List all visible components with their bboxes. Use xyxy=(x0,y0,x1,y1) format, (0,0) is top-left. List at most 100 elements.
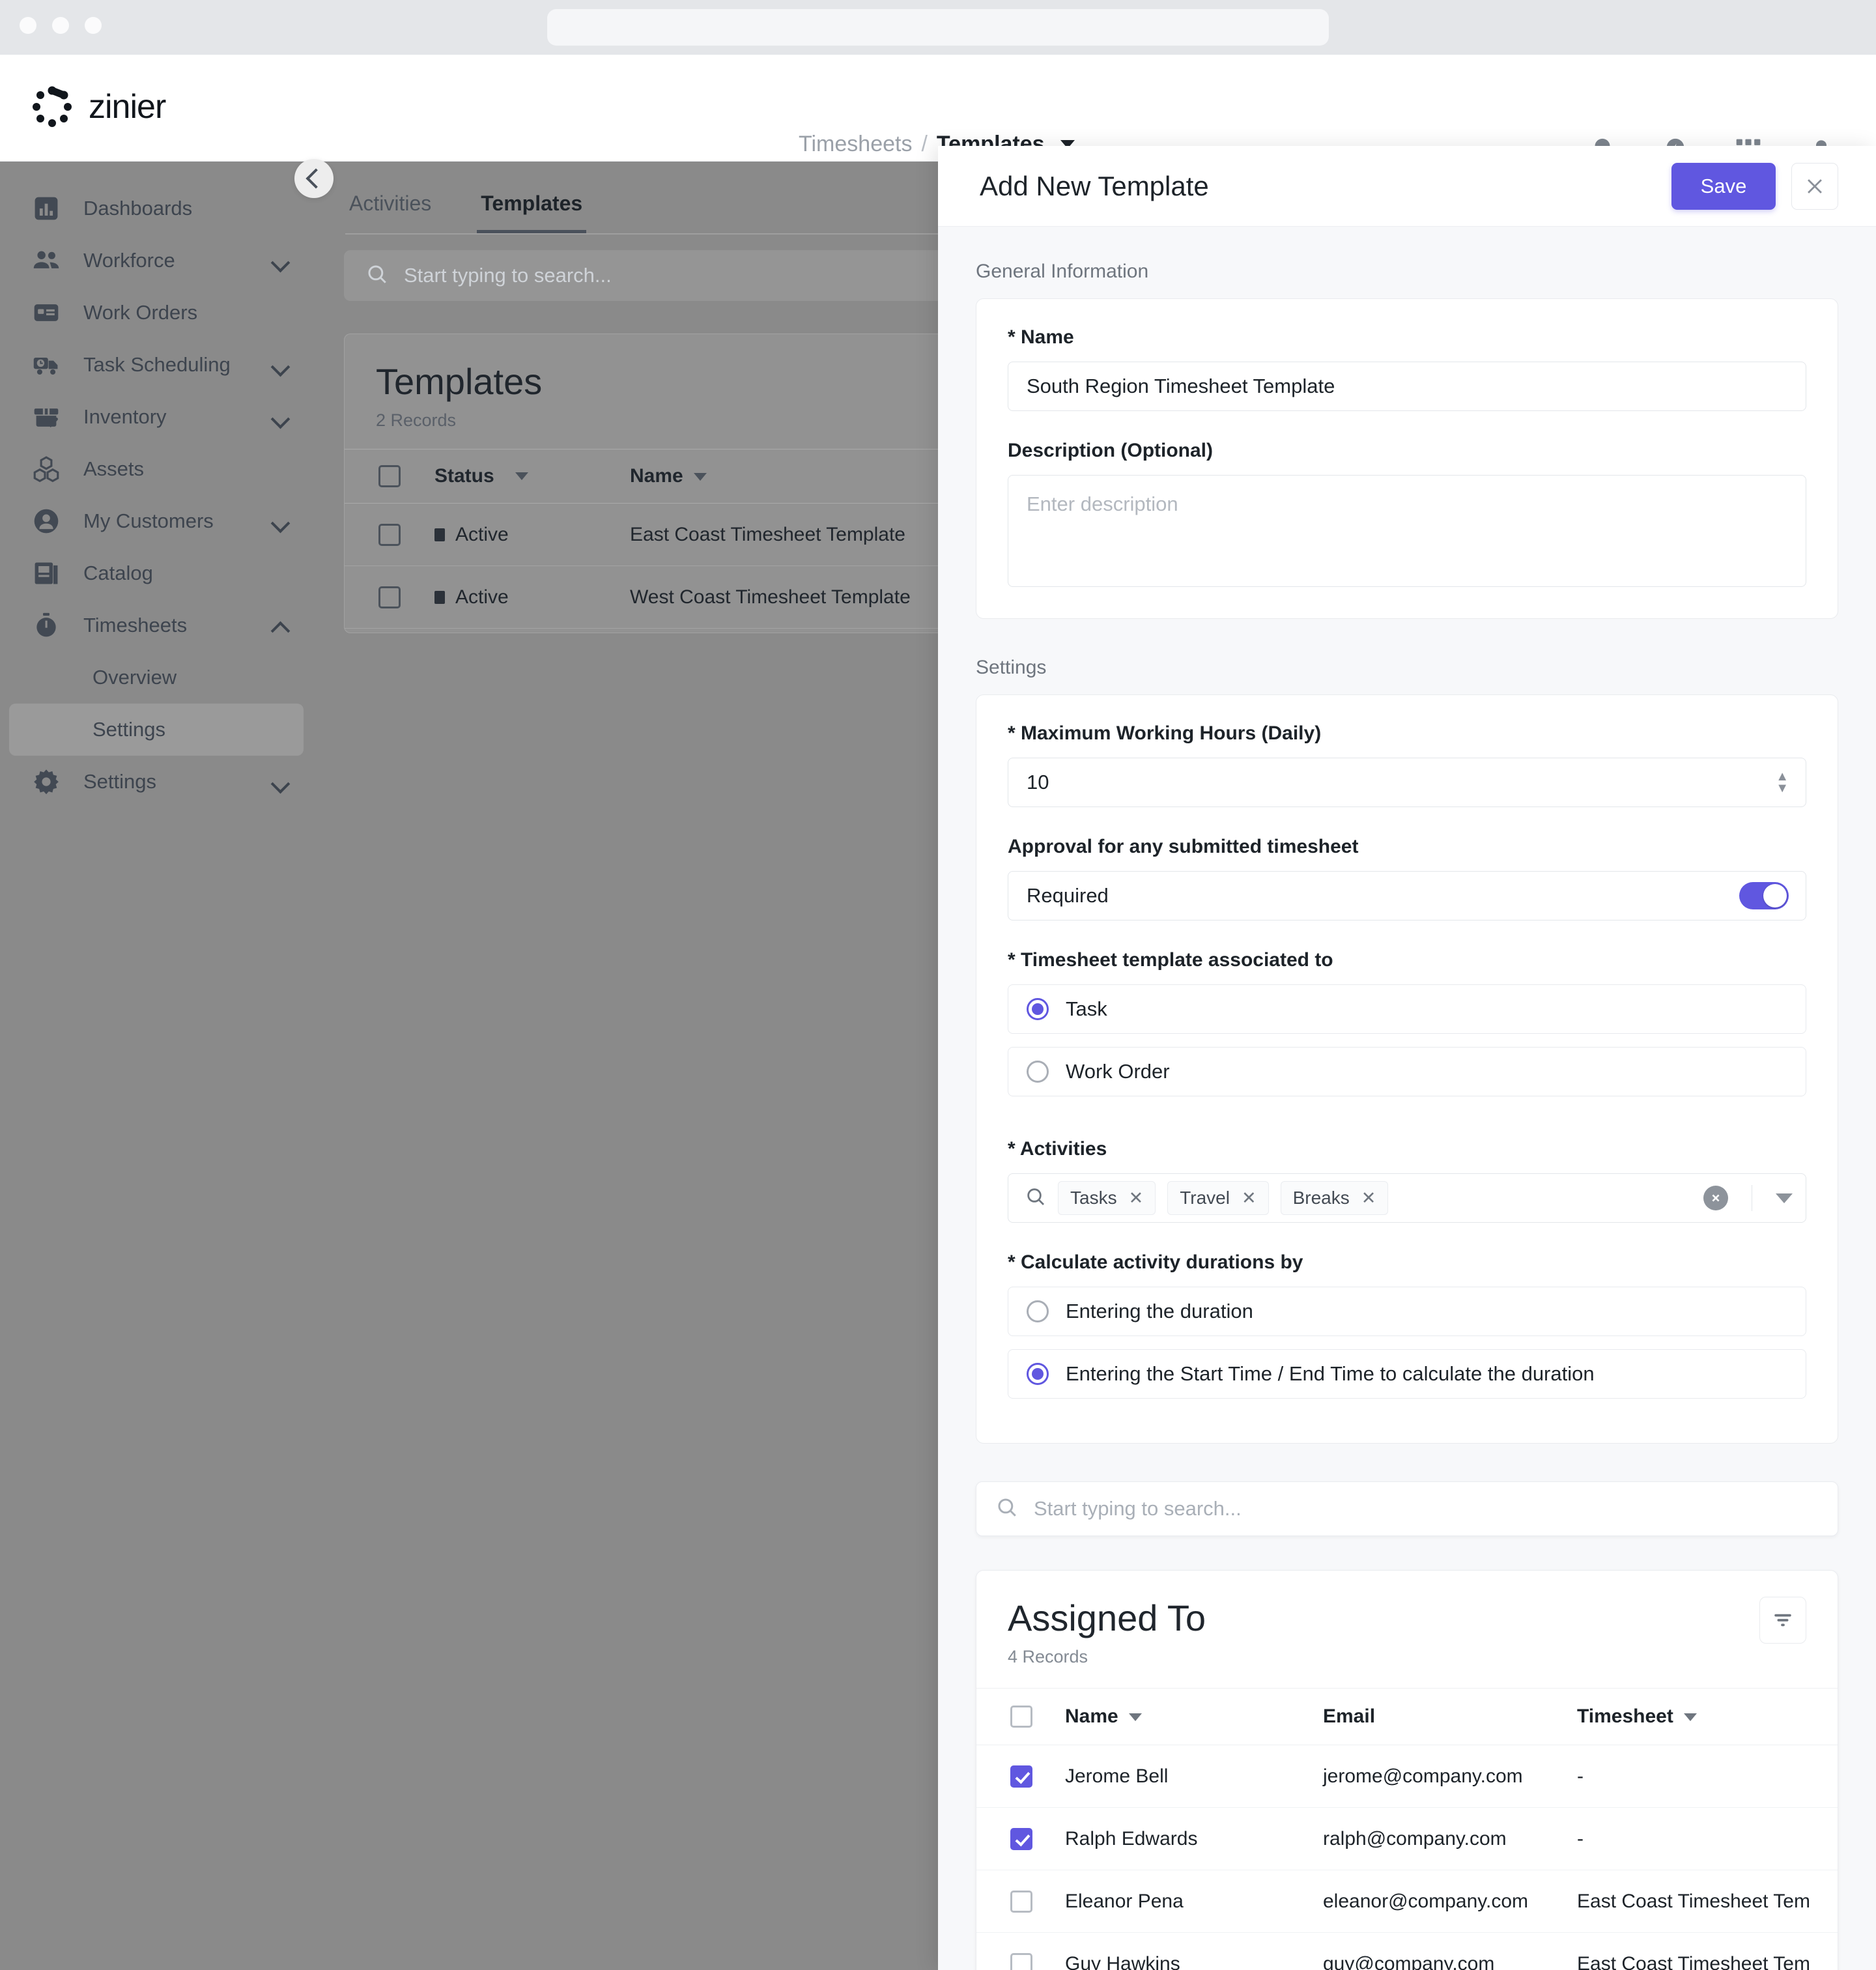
row-checkbox[interactable] xyxy=(1010,1952,1032,1970)
radio-option-entering-duration[interactable]: Entering the duration xyxy=(1008,1287,1806,1336)
radio-selected-icon[interactable] xyxy=(1027,1363,1049,1385)
select-all-checkbox[interactable] xyxy=(1010,1706,1032,1728)
chevron-up-icon[interactable] xyxy=(272,620,289,631)
radio-option-start-end-time[interactable]: Entering the Start Time / End Time to ca… xyxy=(1008,1349,1806,1399)
clear-all-icon[interactable] xyxy=(1703,1186,1728,1210)
sort-caret-icon[interactable] xyxy=(693,473,707,481)
max-hours-stepper[interactable]: 10 ▲ ▼ xyxy=(1008,758,1806,807)
row-name: Guy Hawkins xyxy=(1065,1952,1180,1970)
window-close-dot[interactable] xyxy=(20,17,36,34)
chip-breaks[interactable]: Breaks ✕ xyxy=(1280,1181,1389,1215)
section-label-general: General Information xyxy=(976,261,1149,282)
description-textarea[interactable]: Enter description xyxy=(1008,475,1806,587)
approval-value: Required xyxy=(1027,884,1109,907)
breadcrumb-parent[interactable]: Timesheets xyxy=(799,132,912,157)
chip-travel[interactable]: Travel ✕ xyxy=(1167,1181,1269,1215)
assigned-table-header: Name Email Timesheet xyxy=(976,1688,1838,1745)
row-timesheet: - xyxy=(1577,1765,1584,1787)
table-row[interactable]: Eleanor Pena eleanor@company.com East Co… xyxy=(976,1870,1838,1933)
chip-remove-icon[interactable]: ✕ xyxy=(1129,1188,1144,1208)
table-row[interactable]: Guy Hawkins guy@company.com East Coast T… xyxy=(976,1933,1838,1970)
radio-option-work-order[interactable]: Work Order xyxy=(1008,1047,1806,1096)
sidebar-item-label: Inventory xyxy=(83,405,167,428)
row-checkbox[interactable] xyxy=(378,523,401,546)
section-label-settings: Settings xyxy=(976,657,1047,678)
row-checkbox[interactable] xyxy=(378,586,401,608)
chevron-down-icon[interactable] xyxy=(272,412,289,422)
browser-url-bar[interactable] xyxy=(547,9,1329,46)
toggle-knob xyxy=(1763,884,1787,907)
chevron-down-icon[interactable] xyxy=(272,255,289,266)
row-email: jerome@company.com xyxy=(1323,1765,1523,1787)
column-header-status[interactable]: Status xyxy=(434,465,630,487)
sidebar-subitem-overview[interactable]: Overview xyxy=(9,651,304,704)
row-name: Jerome Bell xyxy=(1065,1765,1169,1787)
radio-label: Entering the Start Time / End Time to ca… xyxy=(1066,1362,1595,1385)
approval-toggle-row[interactable]: Required xyxy=(1008,871,1806,921)
filter-icon[interactable] xyxy=(1759,1597,1806,1644)
column-header-name[interactable]: Name xyxy=(1065,1706,1323,1728)
panel-title: Add New Template xyxy=(980,170,1209,201)
sidebar-item-inventory[interactable]: Inventory xyxy=(0,391,313,443)
sidebar-item-my-customers[interactable]: My Customers xyxy=(0,495,313,547)
stepper-arrows-icon[interactable]: ▲ ▼ xyxy=(1776,770,1789,795)
sidebar-item-work-orders[interactable]: Work Orders xyxy=(0,287,313,339)
radio-unselected-icon[interactable] xyxy=(1027,1300,1049,1322)
radio-selected-icon[interactable] xyxy=(1027,998,1049,1020)
chip-tasks[interactable]: Tasks ✕ xyxy=(1058,1181,1156,1215)
radio-option-task[interactable]: Task xyxy=(1008,984,1806,1034)
name-input[interactable]: South Region Timesheet Template xyxy=(1008,362,1806,411)
row-timesheet: East Coast Timesheet Tem xyxy=(1577,1952,1810,1970)
window-maximize-dot[interactable] xyxy=(85,17,102,34)
gear-icon xyxy=(31,767,61,797)
activities-multiselect[interactable]: Tasks ✕ Travel ✕ Breaks ✕ xyxy=(1008,1173,1806,1223)
column-header-timesheet[interactable]: Timesheet xyxy=(1577,1706,1838,1728)
search-placeholder: Start typing to search... xyxy=(404,264,612,287)
radio-label: Work Order xyxy=(1066,1060,1170,1083)
chevron-down-icon[interactable] xyxy=(1776,1193,1793,1203)
table-row[interactable]: Ralph Edwards ralph@company.com - xyxy=(976,1808,1838,1870)
chip-label: Tasks xyxy=(1070,1188,1117,1208)
radio-unselected-icon[interactable] xyxy=(1027,1061,1049,1083)
sidebar-item-settings[interactable]: Settings xyxy=(0,756,313,808)
assigned-to-header: Assigned To 4 Records xyxy=(976,1571,1838,1688)
sidebar-item-dashboards[interactable]: Dashboards xyxy=(0,182,313,235)
save-button[interactable]: Save xyxy=(1671,162,1776,210)
chevron-down-icon[interactable] xyxy=(272,516,289,526)
chevron-down-icon[interactable] xyxy=(272,777,289,787)
description-field-label: Description (Optional) xyxy=(1008,440,1213,461)
row-checkbox[interactable] xyxy=(1010,1890,1032,1913)
sidebar-collapse-button[interactable] xyxy=(294,159,334,198)
brand-logo[interactable]: zinier xyxy=(27,82,166,132)
tab-activities[interactable]: Activities xyxy=(345,182,435,233)
chip-remove-icon[interactable]: ✕ xyxy=(1242,1188,1257,1208)
sidebar-item-task-scheduling[interactable]: Task Scheduling xyxy=(0,339,313,391)
sort-caret-icon[interactable] xyxy=(1683,1713,1697,1722)
name-field-label: * Name xyxy=(1008,326,1074,348)
sidebar-item-catalog[interactable]: Catalog xyxy=(0,547,313,599)
assigned-to-card: Assigned To 4 Records Name Email Timeshe… xyxy=(976,1570,1838,1970)
chevron-down-icon[interactable] xyxy=(272,360,289,370)
assigned-search-input[interactable]: Start typing to search... xyxy=(976,1481,1838,1536)
window-minimize-dot[interactable] xyxy=(52,17,69,34)
approval-toggle[interactable] xyxy=(1739,882,1789,909)
tab-templates[interactable]: Templates xyxy=(477,182,587,233)
sidebar-item-workforce[interactable]: Workforce xyxy=(0,235,313,287)
chip-remove-icon[interactable]: ✕ xyxy=(1361,1188,1376,1208)
sidebar-item-timesheets[interactable]: Timesheets xyxy=(0,599,313,651)
column-header-email[interactable]: Email xyxy=(1323,1706,1577,1728)
associated-to-label: * Timesheet template associated to xyxy=(1008,949,1333,971)
select-all-checkbox[interactable] xyxy=(378,465,401,487)
stopwatch-icon xyxy=(31,610,61,640)
close-icon[interactable] xyxy=(1791,162,1838,210)
table-row[interactable]: Jerome Bell jerome@company.com - xyxy=(976,1745,1838,1808)
sidebar-item-assets[interactable]: Assets xyxy=(0,443,313,495)
sidebar-item-label: Catalog xyxy=(83,562,153,584)
sidebar-subitem-settings[interactable]: Settings xyxy=(9,704,304,756)
panel-body: General Information * Name South Region … xyxy=(938,227,1876,1970)
row-checkbox-checked[interactable] xyxy=(1010,1827,1032,1850)
row-checkbox-checked[interactable] xyxy=(1010,1765,1032,1788)
sort-caret-icon[interactable] xyxy=(515,472,528,480)
window-controls[interactable] xyxy=(20,17,102,34)
sort-caret-icon[interactable] xyxy=(1128,1713,1142,1722)
